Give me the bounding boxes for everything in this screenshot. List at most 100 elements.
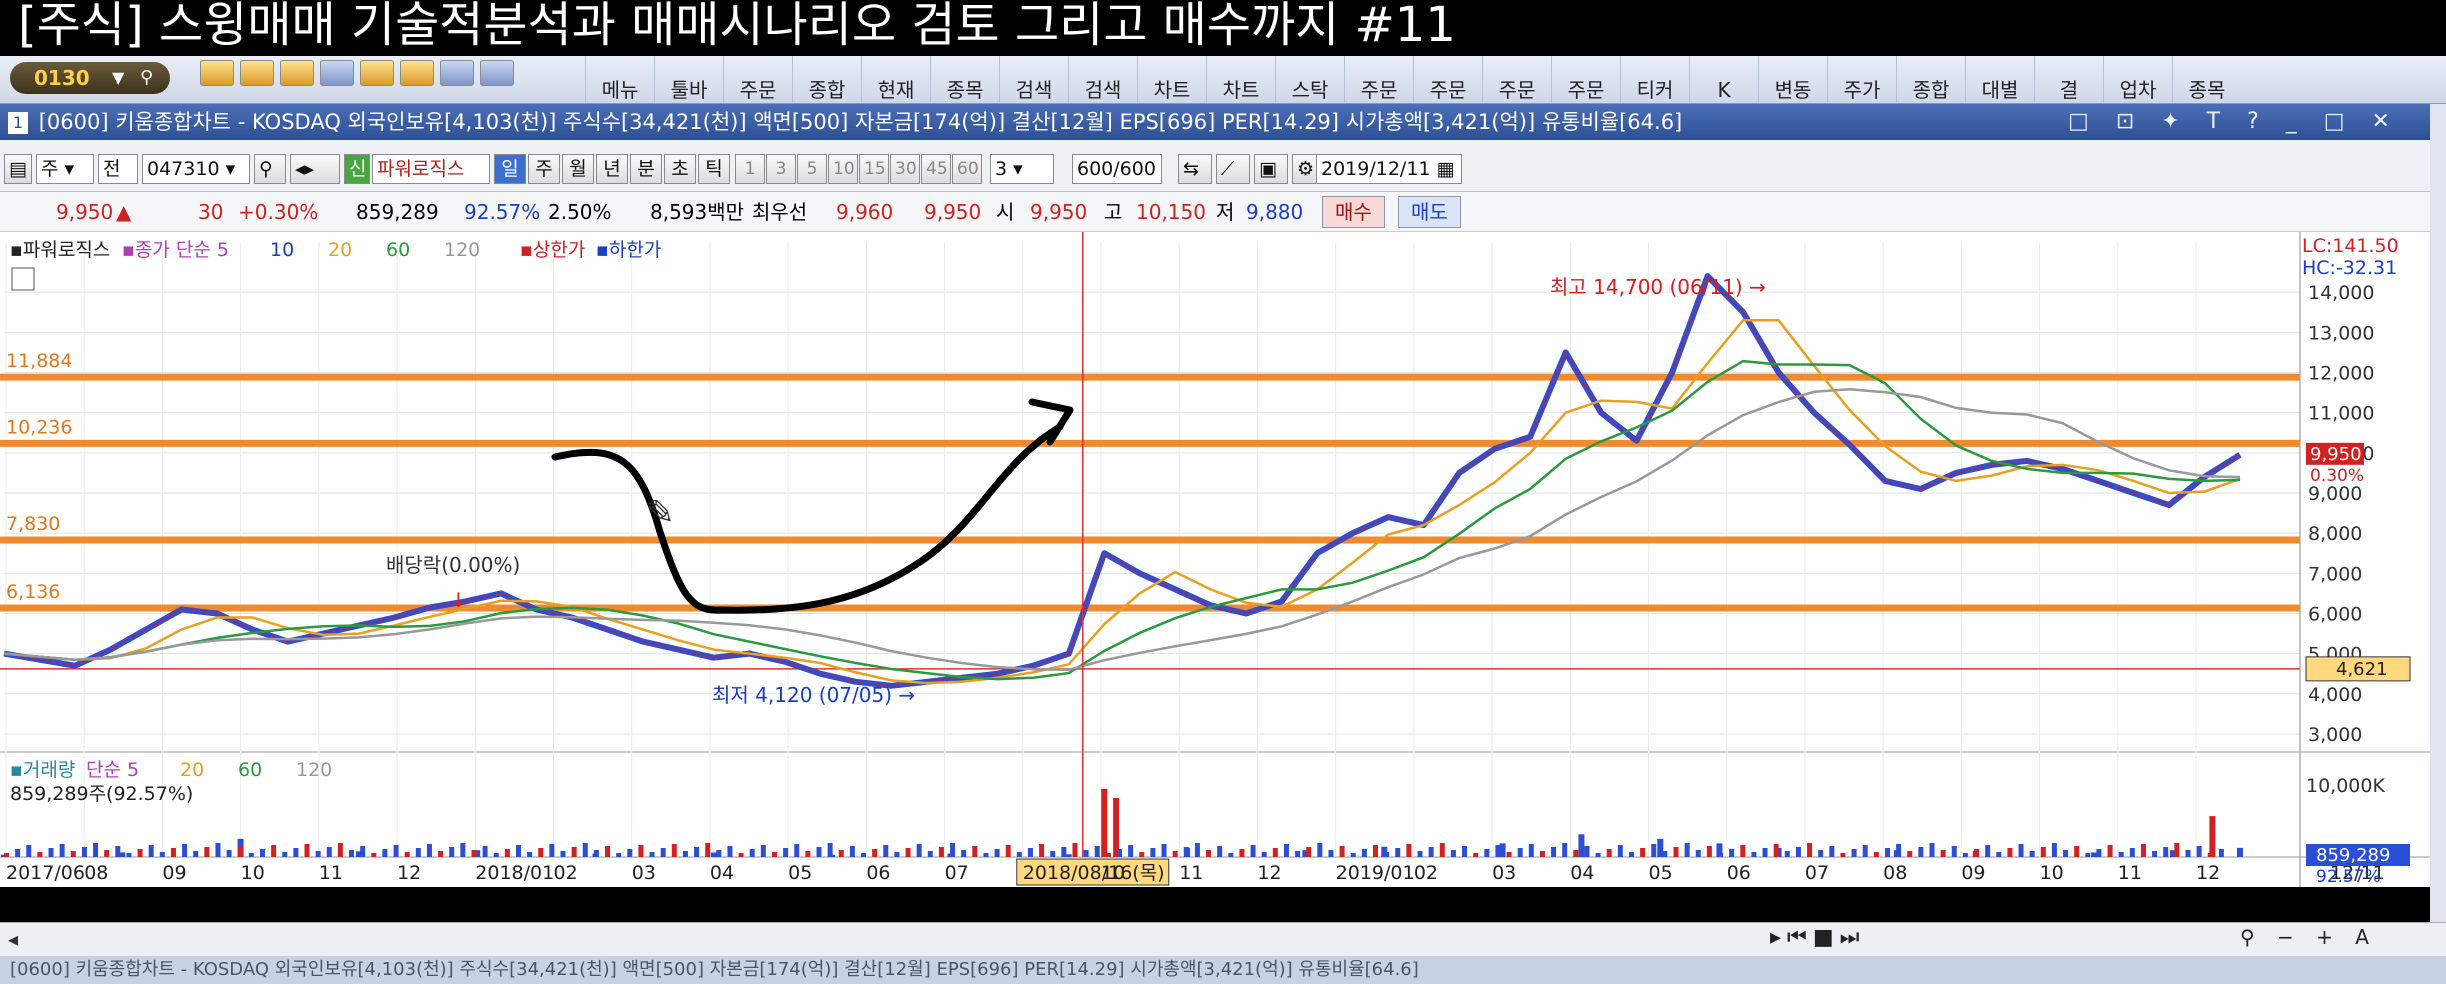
period-tab-0[interactable]: 일: [494, 154, 526, 184]
minute-select[interactable]: 3 ▾: [990, 154, 1054, 184]
chevron-down-icon[interactable]: ▼: [112, 62, 124, 94]
volume-base-bar: [1005, 845, 1011, 857]
volume-base-bar: [1528, 844, 1534, 857]
side-scroll-strip[interactable]: [2430, 104, 2446, 922]
x-tick-label: 09: [162, 862, 186, 884]
menu-item-6[interactable]: 검색: [999, 56, 1068, 103]
menu-item-10[interactable]: 스탁: [1275, 56, 1344, 103]
minute-tab-7[interactable]: 60: [952, 154, 982, 184]
star-icon[interactable]: [240, 60, 274, 86]
period-tab-2[interactable]: 월: [562, 154, 594, 184]
chart-area[interactable]: 14,00013,00012,00011,00010,0009,0008,000…: [0, 232, 2430, 887]
menu-item-4[interactable]: 현재: [861, 56, 930, 103]
volume-base-bar: [159, 852, 165, 857]
menu-item-12[interactable]: 주문: [1413, 56, 1482, 103]
date-input[interactable]: 2019/12/11 ▦: [1316, 154, 1462, 184]
search-icon[interactable]: ⚲: [254, 154, 286, 184]
chart-window-titlebar[interactable]: 1 [0600] 키움종합차트 - KOSDAQ 외국인보유[4,103(천)]…: [0, 104, 2430, 140]
chart-toolbar: ▤ 주 ▾ 전 047310 ▾ ⚲ ◂▸ 신 파워로직스 일주월년분초틱 13…: [0, 140, 2430, 192]
layout-icon[interactable]: [440, 60, 474, 86]
minute-tab-0[interactable]: 1: [735, 154, 765, 184]
folder-icon[interactable]: [200, 60, 234, 86]
menu-item-18[interactable]: 주가: [1827, 56, 1896, 103]
period-tab-1[interactable]: 주: [528, 154, 560, 184]
menu-item-11[interactable]: 주문: [1344, 56, 1413, 103]
sell-button[interactable]: 매도: [1398, 196, 1461, 228]
menu-item-13[interactable]: 주문: [1482, 56, 1551, 103]
volume-base-bar: [1673, 847, 1679, 857]
buy-button[interactable]: 매수: [1322, 196, 1385, 228]
volume-base-bar: [1484, 849, 1490, 857]
volume-ratio: 92.57%: [464, 200, 541, 224]
scroll-left-icon[interactable]: ◂: [8, 927, 18, 951]
line-icon[interactable]: ⟋: [1216, 154, 1250, 184]
period-tab-6[interactable]: 틱: [698, 154, 730, 184]
menu-item-7[interactable]: 검색: [1068, 56, 1137, 103]
volume-base-bar: [638, 845, 644, 857]
volume-base-bar: [1462, 846, 1468, 857]
menu-item-5[interactable]: 종목: [930, 56, 999, 103]
volume-base-bar: [994, 849, 1000, 857]
x-tick-label: 06: [866, 862, 890, 884]
volume-base-bar: [1617, 845, 1623, 857]
minute-tab-6[interactable]: 45: [921, 154, 951, 184]
menu-item-14[interactable]: 주문: [1551, 56, 1620, 103]
menu-item-19[interactable]: 종합: [1896, 56, 1965, 103]
x-tick-label: 11: [319, 862, 343, 884]
price-chart-svg[interactable]: 14,00013,00012,00011,00010,0009,0008,000…: [0, 232, 2430, 887]
menu-item-0[interactable]: 메뉴: [585, 56, 654, 103]
menu-item-8[interactable]: 차트: [1137, 56, 1206, 103]
period-tab-4[interactable]: 분: [630, 154, 662, 184]
volume-bar: [2209, 816, 2216, 857]
tools-icon[interactable]: [360, 60, 394, 86]
volume-base-bar: [37, 852, 43, 857]
period-tab-3[interactable]: 년: [596, 154, 628, 184]
menu-items: 메뉴 툴바 주문 종합 현재 종목 검색 검색 차트 차트 스탁 주문 주문 주문 주문 티커 K 변동 주가 종합 대…: [585, 56, 2446, 103]
minute-tab-3[interactable]: 10: [828, 154, 858, 184]
chart-menu-icon[interactable]: ▤: [4, 154, 32, 184]
screen-code-box[interactable]: 0130 ▼ ⚲: [10, 62, 170, 94]
menu-item-15[interactable]: 티커: [1620, 56, 1689, 103]
x-tick-label: 2018/01: [475, 862, 554, 884]
data-count-input[interactable]: 600/600: [1072, 154, 1162, 184]
menu-item-16[interactable]: K: [1689, 56, 1758, 103]
stock-code-input[interactable]: 047310 ▾: [142, 154, 250, 184]
monitor-icon[interactable]: [320, 60, 354, 86]
playback-controls[interactable]: ▸⏮■⏭: [1770, 925, 1865, 950]
menu-item-2[interactable]: 주문: [723, 56, 792, 103]
minute-tab-1[interactable]: 3: [766, 154, 796, 184]
menu-item-20[interactable]: 대별: [1965, 56, 2034, 103]
high-annotation: 최고 14,700 (06/11) →: [1550, 275, 1766, 299]
gear-icon[interactable]: [480, 60, 514, 86]
save-icon[interactable]: ▣: [1254, 154, 1288, 184]
minute-tab-2[interactable]: 5: [797, 154, 827, 184]
menu-item-3[interactable]: 종합: [792, 56, 861, 103]
volume-base-bar: [1562, 843, 1568, 857]
minute-tab-5[interactable]: 30: [890, 154, 920, 184]
minute-tab-4[interactable]: 15: [859, 154, 889, 184]
window-controls[interactable]: □ ⊡ ✦ T ? _ □ ✕: [2068, 104, 2400, 140]
type-select[interactable]: 주 ▾: [36, 154, 94, 184]
menu-item-23[interactable]: 종목: [2172, 56, 2241, 103]
menu-item-9[interactable]: 차트: [1206, 56, 1275, 103]
scope-select[interactable]: 전: [98, 154, 138, 184]
compare-icon[interactable]: ⇆: [1178, 154, 1212, 184]
volume-base-bar: [282, 852, 288, 857]
volume-base-bar: [883, 845, 889, 857]
window-number: 1: [8, 112, 28, 134]
period-tab-5[interactable]: 초: [664, 154, 696, 184]
volume-base-bar: [1606, 849, 1612, 857]
speaker-icon[interactable]: ◂▸: [290, 154, 340, 184]
lock-icon[interactable]: [280, 60, 314, 86]
volume-base-bar: [705, 843, 711, 857]
book-icon[interactable]: [400, 60, 434, 86]
search-icon[interactable]: ⚲: [140, 62, 153, 94]
menu-item-22[interactable]: 업차: [2103, 56, 2172, 103]
menu-item-21[interactable]: 결: [2034, 56, 2103, 103]
zoom-controls[interactable]: ⚲ − + A: [2240, 925, 2377, 949]
volume-base-bar: [1473, 853, 1479, 857]
volume-base-bar: [148, 845, 154, 857]
volume-base-bar: [682, 851, 688, 857]
menu-item-1[interactable]: 툴바: [654, 56, 723, 103]
menu-item-17[interactable]: 변동: [1758, 56, 1827, 103]
